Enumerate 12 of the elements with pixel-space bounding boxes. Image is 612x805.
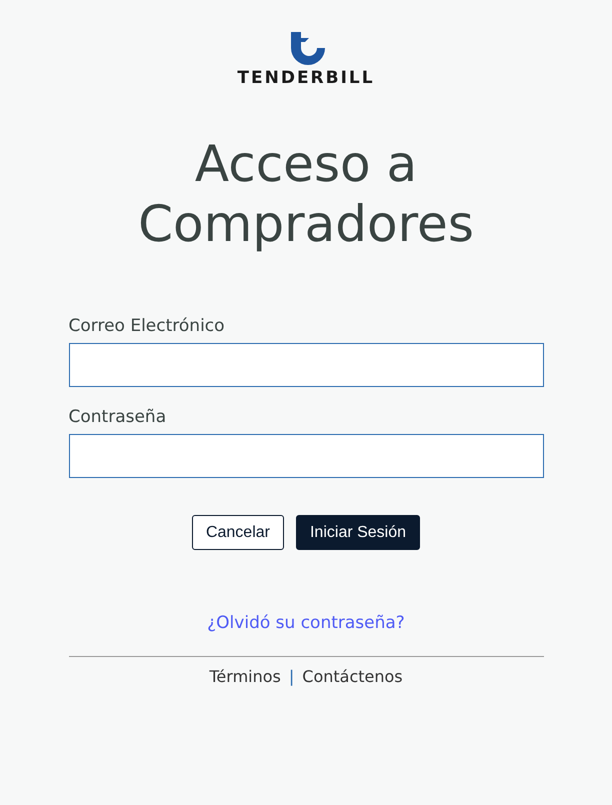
footer-link[interactable]: Términos bbox=[209, 667, 281, 686]
field-label: Correo Electrónico bbox=[68, 316, 226, 336]
footer-link[interactable]: Contáctenos bbox=[302, 667, 403, 686]
forgot-password-link[interactable]: ¿Olvidó su contraseña? bbox=[207, 613, 405, 633]
field-label: Contraseña bbox=[68, 407, 168, 427]
input-field[interactable] bbox=[68, 434, 544, 478]
input-field[interactable] bbox=[68, 343, 544, 387]
cancel-button[interactable]: Cancelar bbox=[192, 515, 284, 550]
sign-in-button[interactable]: Iniciar Sesión bbox=[296, 515, 420, 550]
logo-text: TENDERBILL bbox=[237, 68, 375, 88]
page-title: Acceso a Compradores bbox=[137, 134, 475, 254]
separator: | bbox=[288, 667, 294, 686]
